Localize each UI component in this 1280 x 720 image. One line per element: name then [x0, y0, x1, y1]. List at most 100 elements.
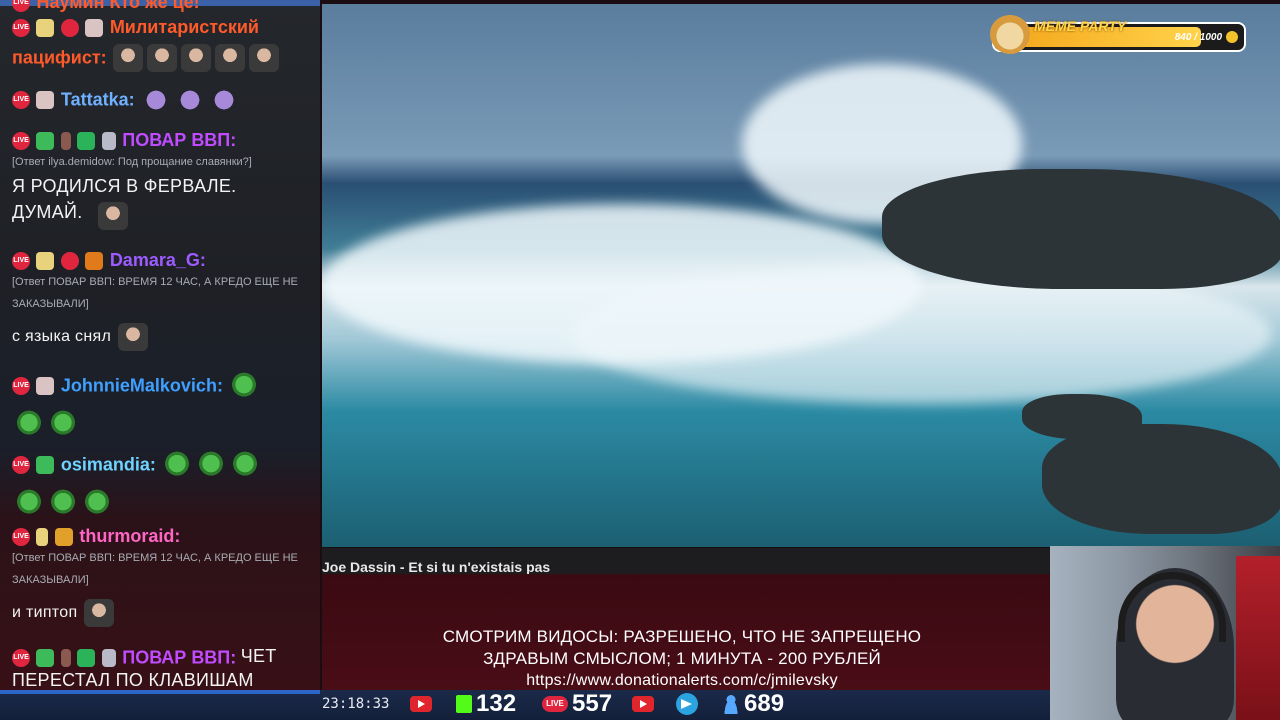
youtube-stat [410, 689, 432, 719]
face-emote-icon [113, 44, 144, 72]
pepe-emote-icon [196, 451, 227, 479]
vk-viewer-count: 557 [572, 690, 613, 717]
glass-badge-icon [60, 131, 71, 150]
fire-badge-icon [85, 251, 104, 270]
live-badge: LIVE [12, 131, 30, 150]
telegram-stat [676, 689, 698, 719]
pepe-emote-icon [48, 489, 78, 517]
total-viewers-stat: 689 [722, 689, 784, 719]
face-emote-icon [117, 323, 148, 351]
pepe-emote-icon [48, 410, 78, 438]
beer-badge-icon [36, 251, 55, 270]
chat-reply: [Ответ ПОВАР ВВП: ВРЕМЯ 12 ЧАС, А КРЕДО … [12, 552, 298, 586]
status-bar-accent [0, 690, 320, 694]
chat-username[interactable]: osimandia: [61, 455, 156, 475]
live-badge: LIVE [12, 377, 30, 395]
chat-username[interactable]: thurmoraid: [79, 526, 180, 546]
cat-badge-icon [54, 527, 73, 546]
chat-message: LIVE Tattatka: [12, 86, 312, 114]
chat-message: LIVE Damara_G: [Ответ ПОВАР ВВП: ВРЕМЯ 1… [12, 250, 312, 351]
bot-badge-icon [101, 131, 116, 150]
verified-badge-icon [36, 131, 55, 150]
sub-badge-icon [60, 18, 79, 37]
coin-icon [1226, 31, 1238, 43]
live-badge: LIVE [12, 251, 30, 270]
total-viewer-count: 689 [744, 690, 785, 717]
pepe-emote-icon [229, 372, 260, 400]
face-emote-icon [215, 44, 246, 72]
cup-badge-icon [36, 527, 49, 546]
chat-username[interactable]: Damara_G: [110, 250, 206, 270]
live-badge: LIVE [12, 18, 30, 37]
meme-party-count: 840 / 1000 [1174, 32, 1222, 43]
kick-icon [456, 695, 472, 713]
pepe-emote-icon [230, 451, 261, 479]
chat-text: Я РОДИЛСЯ В ФЕРВАЛЕ. ДУМАЙ. [12, 176, 237, 222]
donation-rules: СМОТРИМ ВИДОСЫ: РАЗРЕШЕНО, ЧТО НЕ ЗАПРЕЩ… [322, 626, 1042, 692]
sub-badge-icon [60, 251, 79, 270]
glass-badge-icon [60, 648, 71, 667]
chat-username[interactable]: Милитаристский [110, 17, 259, 37]
youtube-stat-2 [632, 689, 654, 719]
rock [882, 169, 1280, 289]
chat-message: LIVE JohnnieMalkovich: [12, 372, 312, 438]
video-title: Joe Dassin - Et si tu n'existais pas [322, 548, 1050, 575]
pepe-emote-icon [82, 489, 112, 517]
live-badge: LIVE [12, 0, 30, 12]
avatar-badge-icon [36, 91, 55, 109]
chat-message: LIVE osimandia: [12, 451, 312, 517]
chat-username[interactable]: Tattatka: [61, 90, 135, 110]
youtube-icon [632, 696, 654, 712]
status-bar [0, 690, 1050, 720]
gift-badge-icon [77, 131, 96, 150]
face-emote-icon [181, 44, 212, 72]
vk-live-icon: LIVE [542, 696, 568, 712]
ghost-emote-icon [209, 86, 240, 114]
live-badge: LIVE [12, 456, 30, 474]
chat-text: с языка снял [12, 323, 312, 351]
clock: 23:18:33 [322, 696, 390, 712]
face-emote-icon [98, 202, 128, 230]
face-emote-icon [84, 599, 115, 627]
pepe-emote-icon [14, 489, 44, 517]
doge-icon [990, 14, 1030, 54]
ghost-emote-icon [175, 86, 206, 114]
chat-reply: [Ответ ilya.demidow: Под прощание славян… [12, 156, 252, 168]
vk-stat: LIVE 557 [542, 689, 612, 719]
bot-badge-icon [101, 648, 116, 667]
chat-username[interactable]: JohnnieMalkovich: [61, 376, 223, 396]
chat-username[interactable]: ПОВАР ВВП: [122, 130, 236, 150]
flag [1236, 556, 1280, 720]
kick-viewer-count: 132 [476, 690, 517, 717]
rules-line-1: СМОТРИМ ВИДОСЫ: РАЗРЕШЕНО, ЧТО НЕ ЗАПРЕЩ… [442, 627, 922, 646]
rock [1042, 424, 1280, 534]
chat-message: LIVE ПОВАР ВВП: [Ответ ilya.demidow: Под… [12, 130, 312, 230]
chat-message: LIVE thurmoraid: [Ответ ПОВАР ВВП: ВРЕМЯ… [12, 526, 312, 627]
chat-username[interactable]: ПОВАР ВВП: [122, 647, 236, 667]
chat-reply: [Ответ ПОВАР ВВП: ВРЕМЯ 12 ЧАС, А КРЕДО … [12, 276, 298, 310]
pepe-emote-icon [14, 410, 44, 438]
video-player[interactable] [322, 4, 1280, 547]
chat-message: LIVE Наумин Кто же це! [12, 0, 312, 13]
pepe-emote-icon [162, 451, 193, 479]
face-emote-icon [249, 44, 280, 72]
chat-username-cont: пацифист: [12, 47, 107, 68]
user-icon [722, 694, 740, 714]
rules-line-2: ЗДРАВЫМ СМЫСЛОМ; 1 МИНУТА - 200 РУБЛЕЙ [483, 649, 881, 668]
gift-badge-icon [77, 648, 96, 667]
telegram-icon [676, 693, 698, 715]
ghost-emote-icon [141, 86, 172, 114]
webcam-feed [1050, 546, 1280, 720]
chat-text: и типтоп [12, 599, 312, 627]
meme-party-widget: MEME PARTY 840 / 1000 [990, 14, 1246, 54]
youtube-icon [410, 696, 432, 712]
chat-panel: LIVE Наумин Кто же це! LIVE Милитаристск… [0, 0, 320, 720]
chat-username[interactable]: Наумин Кто же це! [36, 0, 199, 12]
live-badge: LIVE [12, 527, 30, 546]
face-emote-icon [147, 44, 178, 72]
avatar-badge-icon [36, 377, 55, 395]
meme-party-label: MEME PARTY [1034, 18, 1127, 34]
beer-badge-icon [36, 18, 55, 37]
kick-stat: 132 [456, 689, 516, 719]
chat-message: LIVE Милитаристский пацифист: [12, 17, 312, 72]
